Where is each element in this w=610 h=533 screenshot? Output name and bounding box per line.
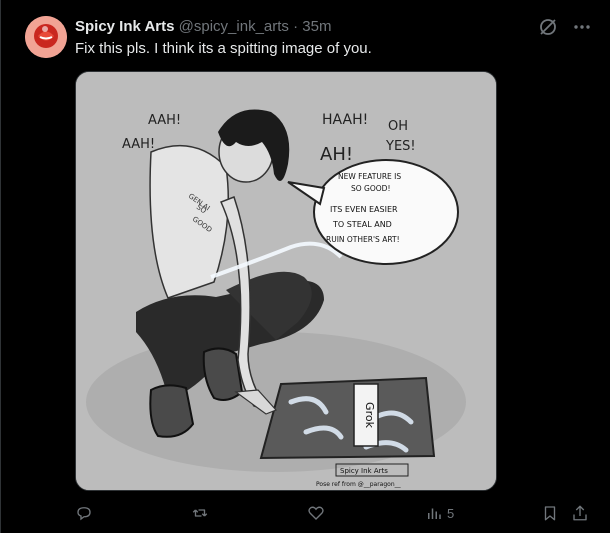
post[interactable]: Spicy Ink Arts @spicy_ink_arts · 35m Fix… bbox=[0, 0, 610, 533]
author-handle[interactable]: @spicy_ink_arts bbox=[179, 18, 289, 35]
bubble-text: TO STEAL AND bbox=[332, 220, 392, 229]
sound-text: YES! bbox=[385, 139, 416, 154]
canvas-label: Grok bbox=[363, 402, 376, 429]
bubble-text: SO GOOD! bbox=[351, 184, 390, 193]
sound-text: AH! bbox=[320, 144, 353, 165]
bookmark-button[interactable] bbox=[541, 502, 559, 524]
bubble-text: ITS EVEN EASIER bbox=[330, 205, 398, 214]
sound-text: AAH! bbox=[148, 113, 181, 128]
sound-text: AAH! bbox=[122, 137, 155, 152]
sound-text: OH bbox=[388, 119, 408, 134]
repost-icon bbox=[192, 509, 208, 517]
separator: · bbox=[293, 18, 299, 35]
grok-icon[interactable] bbox=[538, 17, 558, 37]
signature-name: Spicy Ink Arts bbox=[340, 467, 388, 475]
post-text: Fix this pls. I think its a spitting ima… bbox=[75, 40, 372, 57]
bubble-text: RUIN OTHER'S ART! bbox=[326, 235, 400, 244]
bookmark-icon bbox=[544, 506, 556, 521]
post-time[interactable]: 35m bbox=[302, 18, 331, 35]
share-button[interactable] bbox=[571, 502, 589, 524]
views-icon bbox=[428, 508, 441, 519]
avatar[interactable] bbox=[25, 16, 67, 58]
sound-text: HAAH! bbox=[322, 112, 368, 128]
repost-button[interactable] bbox=[191, 502, 209, 524]
post-actions: 5 bbox=[75, 502, 595, 526]
like-button[interactable] bbox=[307, 502, 325, 524]
views-count: 5 bbox=[447, 505, 455, 521]
post-header: Spicy Ink Arts @spicy_ink_arts · 35m bbox=[75, 17, 331, 37]
reply-button[interactable] bbox=[75, 502, 93, 524]
share-icon bbox=[573, 505, 587, 521]
post-image[interactable]: Grok AAH! AAH! HAAH! AH! OH YES! GEN AI … bbox=[75, 71, 497, 491]
heart-icon bbox=[308, 506, 324, 520]
signature-credit: Pose ref from @__paragon__ bbox=[316, 481, 402, 488]
author-name[interactable]: Spicy Ink Arts bbox=[75, 18, 174, 35]
bubble-text: NEW FEATURE IS bbox=[338, 172, 401, 181]
reply-icon bbox=[77, 507, 91, 521]
more-icon[interactable] bbox=[572, 17, 592, 37]
views-button[interactable]: 5 bbox=[425, 502, 454, 524]
